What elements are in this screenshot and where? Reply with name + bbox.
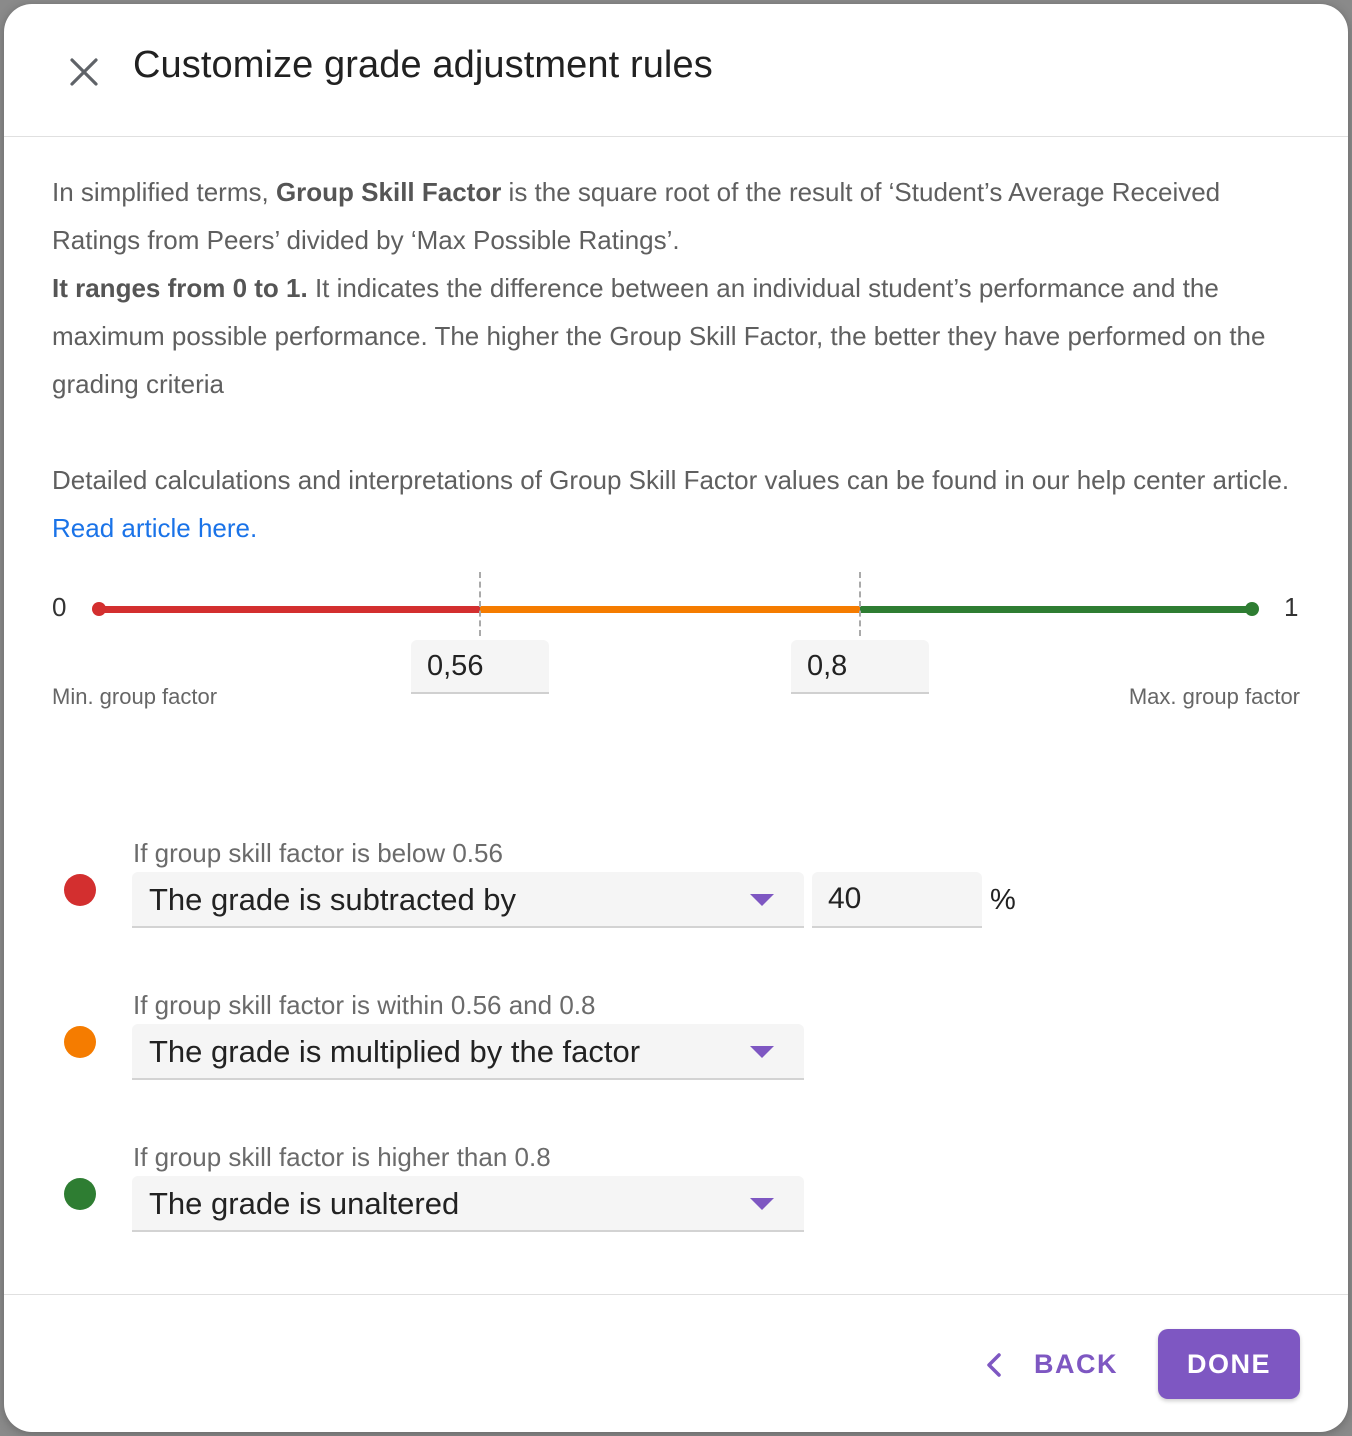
dialog-title: Customize grade adjustment rules xyxy=(133,44,713,86)
factor-scale: 0 1 Min. group factor Max. group factor xyxy=(4,564,1348,744)
dropdown-caret-icon xyxy=(750,1198,774,1210)
scale-segment-green xyxy=(860,606,1254,613)
dropdown-caret-icon xyxy=(750,894,774,906)
percent-sign: % xyxy=(990,884,1016,916)
rule-label: If group skill factor is below 0.56 xyxy=(133,838,503,868)
intro-paragraph: In simplified terms, Group Skill Factor … xyxy=(52,168,1302,408)
adjustment-select-within[interactable]: The grade is multiplied by the factor xyxy=(132,1024,804,1080)
scale-min-value: 0 xyxy=(52,592,67,622)
range-bold: It ranges from 0 to 1. xyxy=(52,273,308,303)
threshold-high-input[interactable] xyxy=(791,640,929,694)
threshold-low-input[interactable] xyxy=(411,640,549,694)
chevron-left-icon xyxy=(987,1353,1001,1377)
threshold-low-marker xyxy=(479,572,481,636)
scale-end-dot xyxy=(1245,602,1259,616)
dropdown-caret-icon xyxy=(750,1046,774,1058)
green-status-dot xyxy=(64,1178,96,1210)
dialog-footer: BACK DONE xyxy=(4,1294,1348,1432)
dialog-header: Customize grade adjustment rules xyxy=(4,4,1348,137)
rule-below: If group skill factor is below 0.56 The … xyxy=(4,838,1348,948)
done-button[interactable]: DONE xyxy=(1158,1329,1300,1399)
close-button[interactable] xyxy=(60,48,108,96)
help-text: Detailed calculations and interpretation… xyxy=(52,465,1290,495)
help-paragraph: Detailed calculations and interpretation… xyxy=(52,456,1302,552)
red-status-dot xyxy=(64,874,96,906)
min-group-factor-caption: Min. group factor xyxy=(52,684,218,709)
dialog: Customize grade adjustment rules In simp… xyxy=(4,4,1348,1432)
threshold-high-marker xyxy=(859,572,861,636)
subtract-percent-input[interactable] xyxy=(812,872,982,928)
scale-segment-red xyxy=(100,606,480,613)
intro-bold: Group Skill Factor xyxy=(275,177,502,207)
select-value: The grade is multiplied by the factor xyxy=(149,1034,641,1069)
back-label: BACK xyxy=(1034,1349,1118,1379)
orange-status-dot xyxy=(64,1026,96,1058)
description: In simplified terms, Group Skill Factor … xyxy=(52,168,1302,552)
close-icon xyxy=(70,58,98,86)
intro-text: In simplified terms, xyxy=(52,177,276,207)
rule-within: If group skill factor is within 0.56 and… xyxy=(4,990,1348,1100)
adjustment-select-higher[interactable]: The grade is unaltered xyxy=(132,1176,804,1232)
rule-label: If group skill factor is within 0.56 and… xyxy=(133,990,596,1020)
scale-segment-orange xyxy=(480,606,860,613)
select-value: The grade is unaltered xyxy=(149,1186,460,1221)
rule-label: If group skill factor is higher than 0.8 xyxy=(133,1142,551,1172)
scale-start-dot xyxy=(92,602,106,616)
adjustment-select-below[interactable]: The grade is subtracted by xyxy=(132,872,804,928)
scale-max-value: 1 xyxy=(1284,592,1299,622)
max-group-factor-caption: Max. group factor xyxy=(1128,684,1300,709)
read-article-link[interactable]: Read article here. xyxy=(52,513,257,543)
select-value: The grade is subtracted by xyxy=(149,882,517,917)
rule-higher: If group skill factor is higher than 0.8… xyxy=(4,1142,1348,1252)
back-button[interactable]: BACK xyxy=(974,1333,1124,1393)
